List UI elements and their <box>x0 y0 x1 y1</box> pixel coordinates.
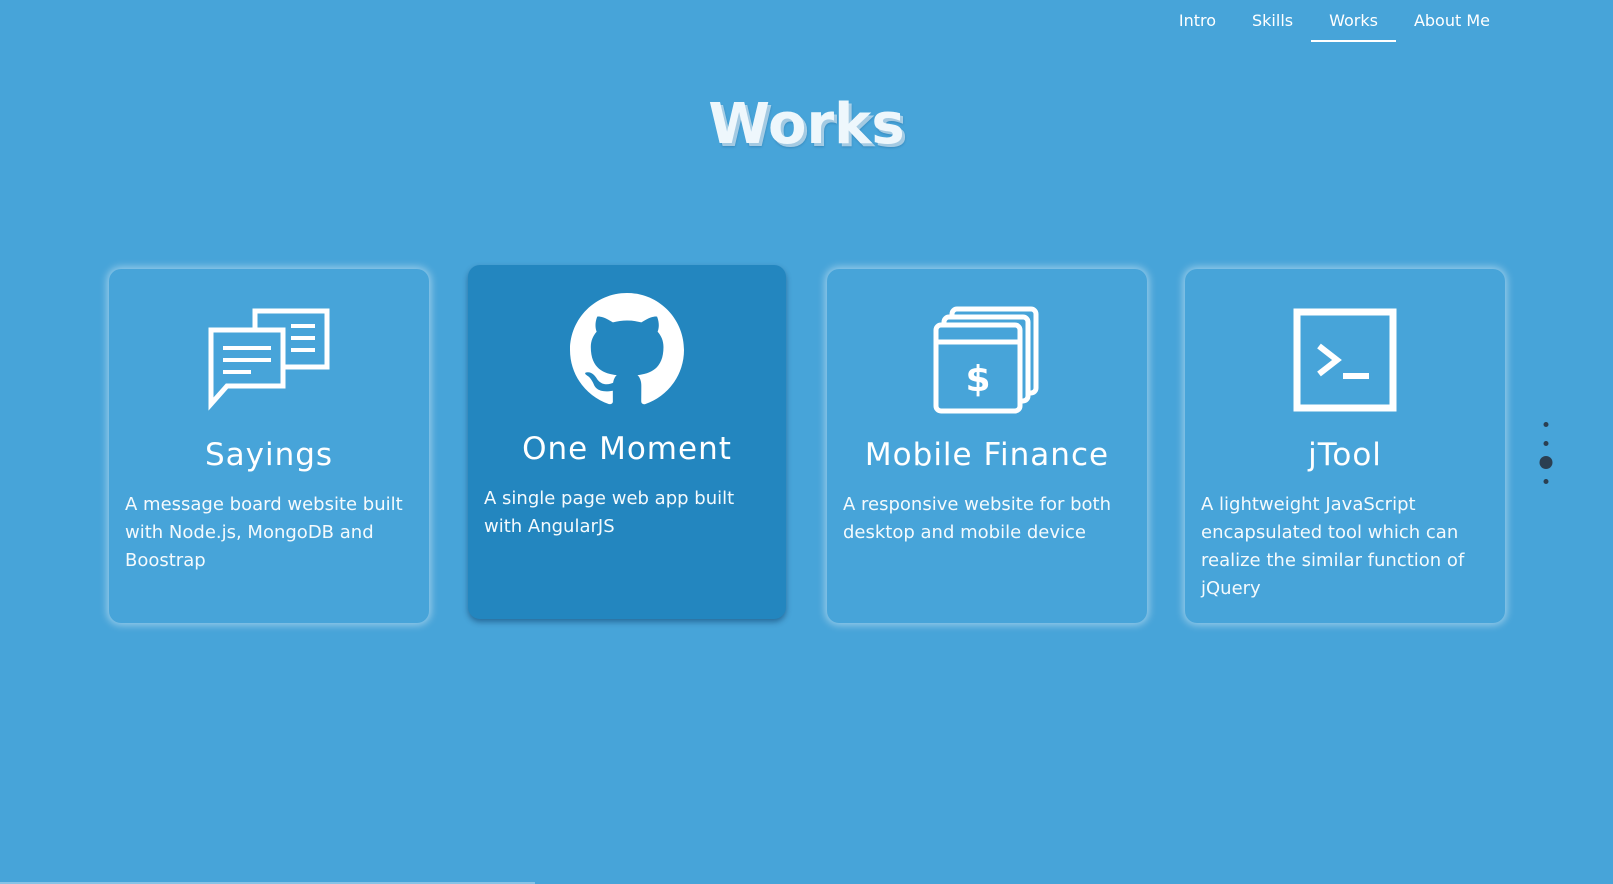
github-icon <box>468 293 786 405</box>
top-nav: Intro Skills Works About Me <box>1161 0 1508 42</box>
page-title: Works <box>708 92 905 157</box>
chat-bubbles-icon <box>109 305 429 415</box>
works-cards: Sayings A message board website built wi… <box>109 262 1507 623</box>
section-dot-works-active[interactable] <box>1539 456 1553 469</box>
nav-item-skills[interactable]: Skills <box>1234 0 1311 42</box>
work-card-description: A responsive website for both desktop an… <box>843 494 1111 543</box>
section-dot-skills[interactable] <box>1543 441 1549 446</box>
section-dot-about-me[interactable] <box>1543 479 1549 484</box>
work-card-description: A single page web app built with Angular… <box>484 488 735 537</box>
section-dot-nav <box>1536 416 1556 496</box>
works-page: Intro Skills Works About Me Works Saying… <box>0 0 1613 884</box>
work-card-title: One Moment <box>522 431 732 467</box>
work-card-mobile-finance[interactable]: $ Mobile Finance A responsive website fo… <box>827 269 1147 623</box>
work-card-one-moment[interactable]: One Moment A single page web app built w… <box>468 265 786 619</box>
svg-text:$: $ <box>965 359 990 400</box>
terminal-icon <box>1185 305 1505 415</box>
work-card-description: A lightweight JavaScript encapsulated to… <box>1201 494 1465 599</box>
work-card-title: Mobile Finance <box>864 437 1110 473</box>
work-card-jtool[interactable]: jTool A lightweight JavaScript encapsula… <box>1185 269 1505 623</box>
finance-cards-icon: $ <box>827 305 1147 415</box>
work-card-title: Sayings <box>204 437 334 473</box>
nav-item-works[interactable]: Works <box>1311 0 1396 42</box>
work-card-description: A message board website built with Node.… <box>125 494 403 571</box>
work-card-sayings[interactable]: Sayings A message board website built wi… <box>109 269 429 623</box>
section-dot-intro[interactable] <box>1543 422 1549 427</box>
work-card-title: jTool <box>1308 437 1382 473</box>
nav-item-intro[interactable]: Intro <box>1161 0 1234 42</box>
nav-item-about-me[interactable]: About Me <box>1396 0 1508 42</box>
